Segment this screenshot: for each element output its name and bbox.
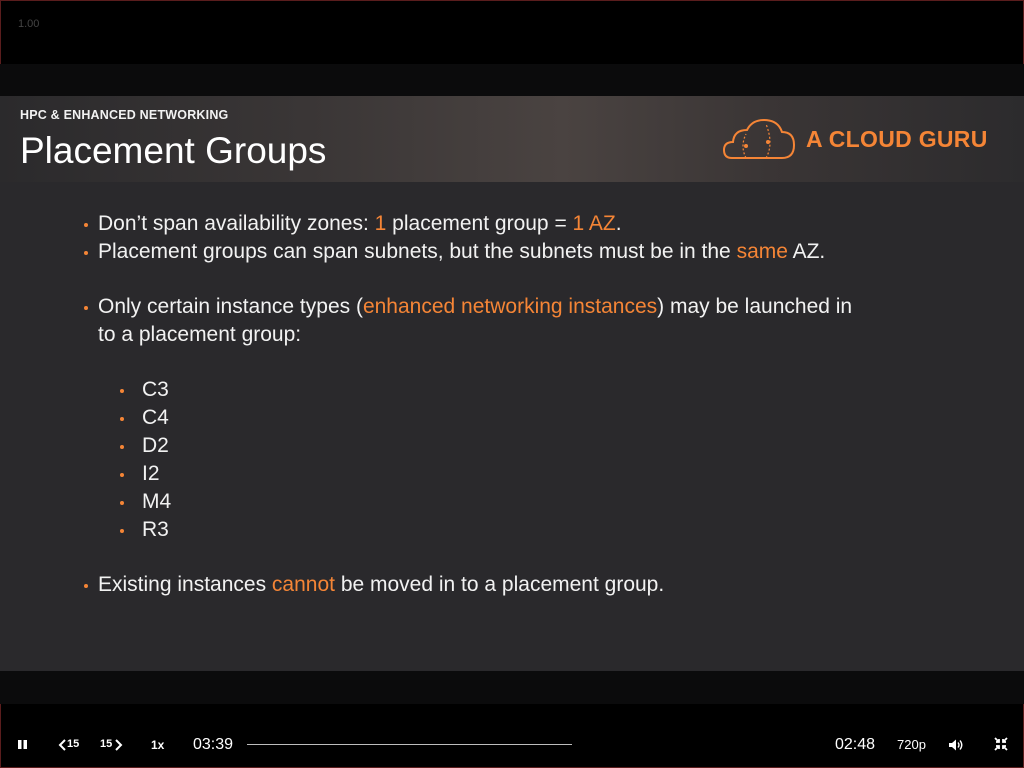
highlight-text: 1	[374, 212, 387, 235]
quality-button[interactable]: 720p	[897, 737, 926, 752]
pause-icon	[18, 740, 27, 749]
bullet-text: Existing instances	[98, 573, 272, 596]
remaining-time: 02:48	[835, 736, 876, 753]
sub-bullet-dot	[120, 501, 124, 505]
exit-fullscreen-icon	[994, 737, 1008, 751]
chevron-right-icon	[115, 739, 123, 751]
instance-type-item: C4	[142, 406, 169, 429]
player-controls: 15 15 1x 03:39 02:48 720p	[0, 722, 1024, 768]
progress-bar[interactable]	[247, 744, 572, 745]
instance-type-item: M4	[142, 490, 172, 513]
slide-header: HPC & ENHANCED NETWORKING Placement Grou…	[0, 96, 1024, 182]
highlight-text: same	[736, 240, 788, 263]
bullet-text: Only certain instance types (	[98, 295, 363, 318]
playback-rate-button[interactable]: 1x	[151, 738, 164, 752]
bullet-az-span: Don’t span availability zones: 1 placeme…	[98, 212, 622, 236]
skip-back-label: 15	[67, 738, 80, 750]
section-label: HPC & ENHANCED NETWORKING	[20, 108, 229, 122]
a-cloud-guru-logo: A CLOUD GURU	[722, 116, 1002, 164]
cloud-logo-icon	[722, 118, 796, 159]
sub-bullet-dot	[120, 445, 124, 449]
highlight-text: enhanced networking instances	[362, 295, 658, 318]
bullet-text: placement group =	[386, 212, 573, 235]
instance-type-item: R3	[142, 518, 169, 541]
bullet-text: Don’t span availability zones:	[98, 212, 375, 235]
instance-type-item: I2	[142, 462, 160, 485]
bullet-existing-instances: Existing instances cannot be moved in to…	[98, 573, 664, 597]
bullet-dot	[84, 251, 88, 255]
bullet-text: ) may be launched in	[657, 295, 853, 318]
bullet-text: AZ.	[787, 240, 826, 263]
video-letterbox-bottom	[0, 671, 1024, 704]
volume-button[interactable]	[948, 738, 964, 752]
elapsed-time: 03:39	[193, 736, 234, 753]
bullet-text: .	[615, 212, 622, 235]
exit-fullscreen-button[interactable]	[994, 737, 1008, 751]
bullet-text: be moved in to a placement group.	[334, 573, 665, 596]
skip-forward-button[interactable]: 15	[100, 738, 124, 752]
bullet-dot	[84, 584, 88, 588]
bullet-dot	[84, 223, 88, 227]
bullet-subnets: Placement groups can span subnets, but t…	[98, 240, 825, 264]
playback-speed-readout: 1.00	[18, 18, 40, 30]
sub-bullet-dot	[120, 389, 124, 393]
bullet-instance-types-continued: to a placement group:	[98, 323, 302, 346]
highlight-text: cannot	[271, 573, 335, 596]
bullet-dot	[84, 306, 88, 310]
highlight-text: 1 AZ	[572, 212, 616, 235]
slide-title: Placement Groups	[20, 130, 327, 171]
skip-forward-label: 15	[100, 738, 113, 750]
instance-type-item: D2	[142, 434, 169, 457]
bullet-text: Placement groups can span subnets, but t…	[98, 240, 737, 263]
volume-icon	[949, 739, 963, 751]
sub-bullet-dot	[120, 529, 124, 533]
video-letterbox-top	[0, 64, 1024, 96]
logo-text: A CLOUD GURU	[806, 126, 988, 152]
sub-bullet-dot	[120, 473, 124, 477]
slide-video-frame[interactable]: HPC & ENHANCED NETWORKING Placement Grou…	[0, 96, 1024, 671]
sub-bullet-dot	[120, 417, 124, 421]
pause-button[interactable]	[16, 738, 30, 752]
bullet-instance-types: Only certain instance types (enhanced ne…	[98, 295, 852, 319]
instance-type-item: C3	[142, 378, 169, 401]
chevron-left-icon	[58, 739, 66, 751]
